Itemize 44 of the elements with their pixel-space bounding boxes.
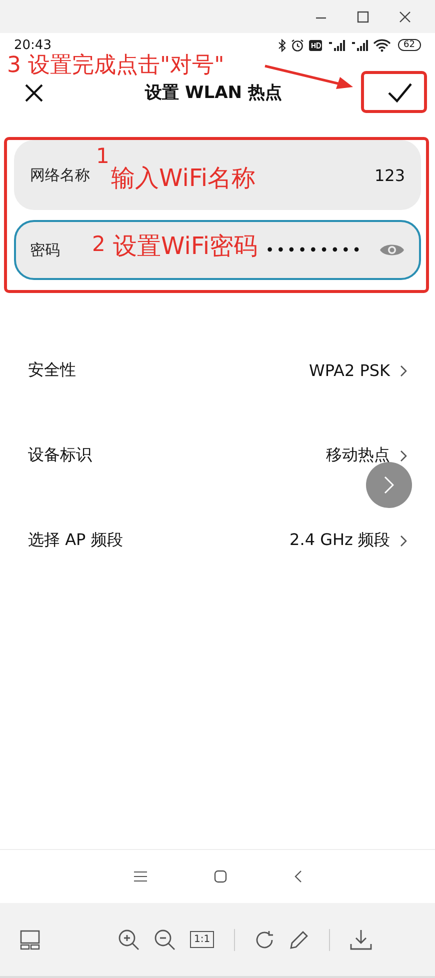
chevron-icon bbox=[400, 364, 407, 376]
zoom-out-icon[interactable] bbox=[154, 928, 176, 950]
setting-value: WPA2 PSK bbox=[309, 361, 390, 380]
download-icon[interactable] bbox=[350, 928, 372, 950]
back-icon[interactable] bbox=[294, 870, 302, 883]
close-icon[interactable] bbox=[24, 82, 44, 102]
bluetooth-icon bbox=[278, 38, 286, 52]
settings-row[interactable]: 设备标识 移动热点 bbox=[0, 413, 435, 498]
annotation-text: 3 设置完成点击"对号" bbox=[7, 55, 224, 77]
chevron-icon bbox=[400, 450, 407, 462]
wifi-icon bbox=[372, 38, 391, 52]
thumbnails-icon[interactable] bbox=[20, 930, 40, 950]
rotate-icon[interactable] bbox=[255, 930, 276, 950]
setting-value: 移动热点 bbox=[326, 445, 390, 466]
maximize-icon[interactable] bbox=[357, 10, 369, 22]
setting-value: 2.4 GHz 频段 bbox=[290, 530, 390, 551]
zoom-in-icon[interactable] bbox=[118, 928, 140, 950]
actual-size-button[interactable]: 1:1 bbox=[190, 931, 214, 948]
setting-label: 选择 AP 频段 bbox=[28, 530, 124, 551]
annotation-text: 设置WiFi密码 bbox=[113, 234, 258, 258]
highlight-box bbox=[361, 71, 427, 113]
settings-row[interactable]: 选择 AP 频段 2.4 GHz 频段 bbox=[0, 498, 435, 583]
annotation-text: 输入WiFi名称 bbox=[111, 166, 256, 190]
menu-icon[interactable] bbox=[134, 871, 146, 882]
chevron-icon bbox=[384, 476, 394, 494]
hd-icon bbox=[308, 40, 322, 50]
setting-label: 安全性 bbox=[28, 360, 77, 381]
signal-icon bbox=[326, 38, 345, 52]
eye-icon[interactable] bbox=[379, 242, 405, 258]
screen-title: 设置 WLAN 热点 bbox=[144, 82, 283, 104]
check-icon bbox=[387, 82, 413, 104]
status-time: 20:43 bbox=[14, 38, 52, 52]
signal-icon bbox=[350, 38, 368, 52]
alarm-icon bbox=[290, 38, 304, 52]
setting-label: 设备标识 bbox=[28, 445, 93, 466]
close-icon[interactable] bbox=[399, 10, 411, 22]
pencil-icon[interactable] bbox=[289, 930, 310, 950]
step-number: 2 bbox=[92, 234, 106, 255]
home-icon[interactable] bbox=[214, 870, 226, 883]
settings-row[interactable]: 安全性 WPA2 PSK bbox=[0, 328, 435, 413]
battery-level: 62 bbox=[398, 39, 421, 51]
chevron-icon bbox=[400, 534, 407, 546]
step-number: 1 bbox=[96, 146, 110, 167]
floating-button[interactable] bbox=[366, 462, 412, 508]
